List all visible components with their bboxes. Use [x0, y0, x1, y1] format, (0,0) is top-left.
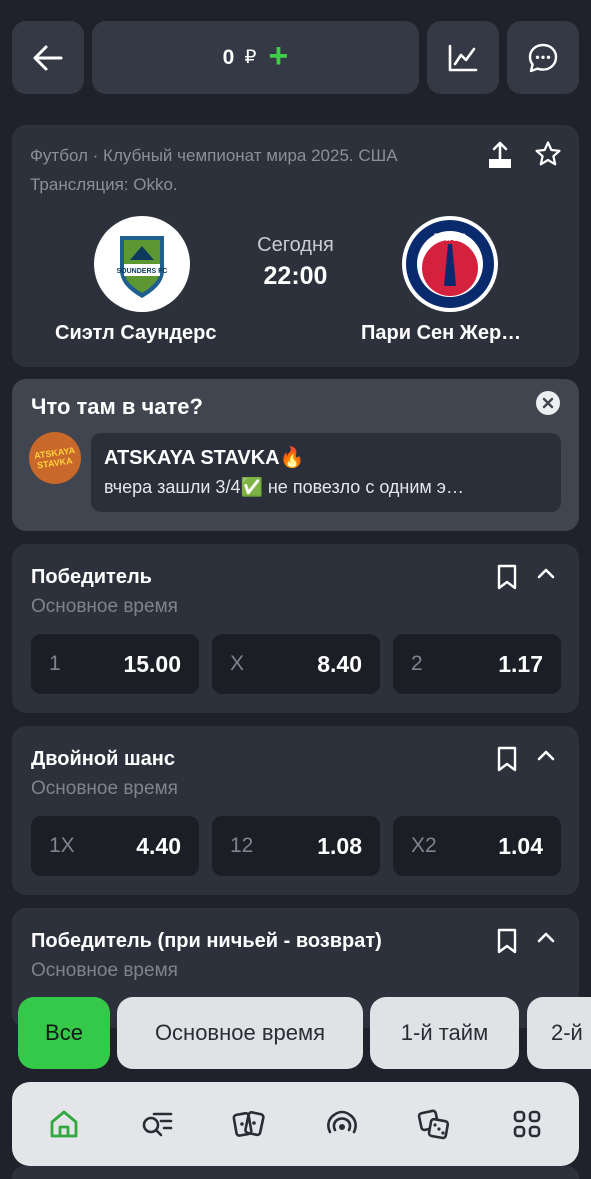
collapse-button[interactable] — [536, 566, 556, 585]
team2-logo: PARIS — [402, 216, 498, 312]
nav-home[interactable] — [34, 1094, 94, 1154]
bookmark-icon — [497, 746, 517, 772]
balance-currency: ₽ — [244, 47, 257, 68]
top-bar: 0 ₽ + — [12, 21, 579, 94]
dice-icon — [418, 1109, 450, 1140]
collapse-button[interactable] — [536, 930, 556, 949]
market-title: Победитель (при ничьей - возврат) — [31, 930, 382, 952]
chart-icon — [448, 44, 478, 71]
favorite-button[interactable] — [534, 140, 562, 173]
odd-label: 1X — [49, 834, 75, 857]
share-icon — [489, 141, 511, 168]
search-list-icon — [142, 1112, 173, 1137]
odd-value: 8.40 — [317, 650, 362, 677]
chat-close-button[interactable] — [536, 391, 560, 415]
chat-preview-card[interactable]: Что там в чате? ATSKAYA STAVKA ATSKAYA S… — [12, 379, 579, 531]
league-label: Футбол · Клубный чемпионат мира 2025. СШ… — [30, 146, 398, 165]
market-double-chance: Двойной шанс Основное время 1X 4.40 12 1… — [12, 726, 579, 895]
match-page: 0 ₽ + Футбол · Клубный чемпионат мира 20… — [0, 0, 591, 1179]
bottom-navigation — [12, 1082, 579, 1166]
back-button[interactable] — [12, 21, 84, 94]
team1-name[interactable]: Сиэтл Саундерс — [55, 322, 216, 345]
star-icon — [535, 141, 561, 166]
filter-chip-first-half[interactable]: 1-й тайм — [370, 997, 519, 1069]
market-subtitle: Основное время — [31, 778, 178, 799]
market-title: Двойной шанс — [31, 748, 175, 770]
collapse-button[interactable] — [536, 748, 556, 767]
chat-message-text: вчера зашли 3/4✅ не повезло с одним э… — [104, 477, 464, 497]
odd-label: 1 — [49, 652, 61, 675]
home-icon — [50, 1110, 78, 1138]
chat-button[interactable] — [507, 21, 579, 94]
odd-value: 15.00 — [123, 650, 181, 677]
psg-crest-icon: PARIS — [406, 220, 494, 308]
filter-chip-main-time[interactable]: Основное время — [117, 997, 363, 1069]
match-card: Футбол · Клубный чемпионат мира 2025. СШ… — [12, 125, 579, 367]
odd-label: X2 — [411, 834, 437, 857]
nav-menu[interactable] — [497, 1094, 557, 1154]
odd-button[interactable]: 1 15.00 — [31, 634, 199, 694]
bookmark-icon — [497, 564, 517, 590]
odd-button[interactable]: X2 1.04 — [393, 816, 561, 876]
avatar: ATSKAYA STAVKA — [29, 432, 81, 484]
market-winner: Победитель Основное время 1 15.00 X 8.40… — [12, 544, 579, 713]
chevron-up-icon — [537, 568, 555, 579]
chat-title: Что там в чате? — [31, 394, 203, 419]
filter-chip-second-half[interactable]: 2-й — [527, 997, 591, 1069]
next-card-edge — [12, 1166, 579, 1179]
balance-value: 0 — [222, 45, 235, 69]
cards-icon — [232, 1111, 265, 1137]
market-subtitle: Основное время — [31, 960, 178, 981]
market-title: Победитель — [31, 566, 152, 588]
market-subtitle: Основное время — [31, 596, 178, 617]
nav-search[interactable] — [127, 1094, 187, 1154]
stats-button[interactable] — [427, 21, 499, 94]
odds-row: 1X 4.40 12 1.08 X2 1.04 — [31, 816, 561, 876]
close-icon — [542, 397, 554, 409]
nav-cards[interactable] — [219, 1094, 279, 1154]
live-broadcast-icon — [326, 1110, 357, 1134]
arrow-left-icon — [33, 45, 63, 70]
odd-label: 2 — [411, 652, 423, 675]
add-funds-icon: + — [268, 37, 289, 75]
odd-value: 1.17 — [498, 650, 543, 677]
odd-button[interactable]: X 8.40 — [212, 634, 380, 694]
balance-button[interactable]: 0 ₽ + — [92, 21, 419, 94]
chevron-up-icon — [537, 932, 555, 943]
odd-label: 12 — [230, 834, 254, 857]
grid-menu-icon — [513, 1110, 541, 1138]
odd-label: X — [230, 652, 245, 675]
odds-row: 1 15.00 X 8.40 2 1.17 — [31, 634, 561, 694]
share-button[interactable] — [486, 140, 514, 175]
bookmark-button[interactable] — [496, 928, 518, 959]
team2-name[interactable]: Пари Сен Жер… — [361, 322, 521, 345]
bookmark-button[interactable] — [496, 564, 518, 595]
chevron-up-icon — [537, 750, 555, 761]
team2-logo-text: PARIS — [434, 232, 467, 244]
nav-live[interactable] — [312, 1094, 372, 1154]
bookmark-icon — [497, 928, 517, 954]
odd-value: 1.04 — [498, 832, 543, 859]
chat-username: ATSKAYA STAVKA🔥 — [104, 447, 305, 469]
chat-message-bubble[interactable]: ATSKAYA STAVKA🔥 вчера зашли 3/4✅ не пове… — [91, 433, 561, 512]
odd-button[interactable]: 2 1.17 — [393, 634, 561, 694]
filter-chip-all[interactable]: Все — [18, 997, 110, 1069]
chat-bubble-icon — [528, 43, 558, 72]
odd-value: 4.40 — [136, 832, 181, 859]
odd-value: 1.08 — [317, 832, 362, 859]
stream-label: Трансляция: Okko. — [30, 175, 178, 194]
odd-button[interactable]: 1X 4.40 — [31, 816, 199, 876]
nav-casino[interactable] — [404, 1094, 464, 1154]
bookmark-button[interactable] — [496, 746, 518, 777]
odd-button[interactable]: 12 1.08 — [212, 816, 380, 876]
